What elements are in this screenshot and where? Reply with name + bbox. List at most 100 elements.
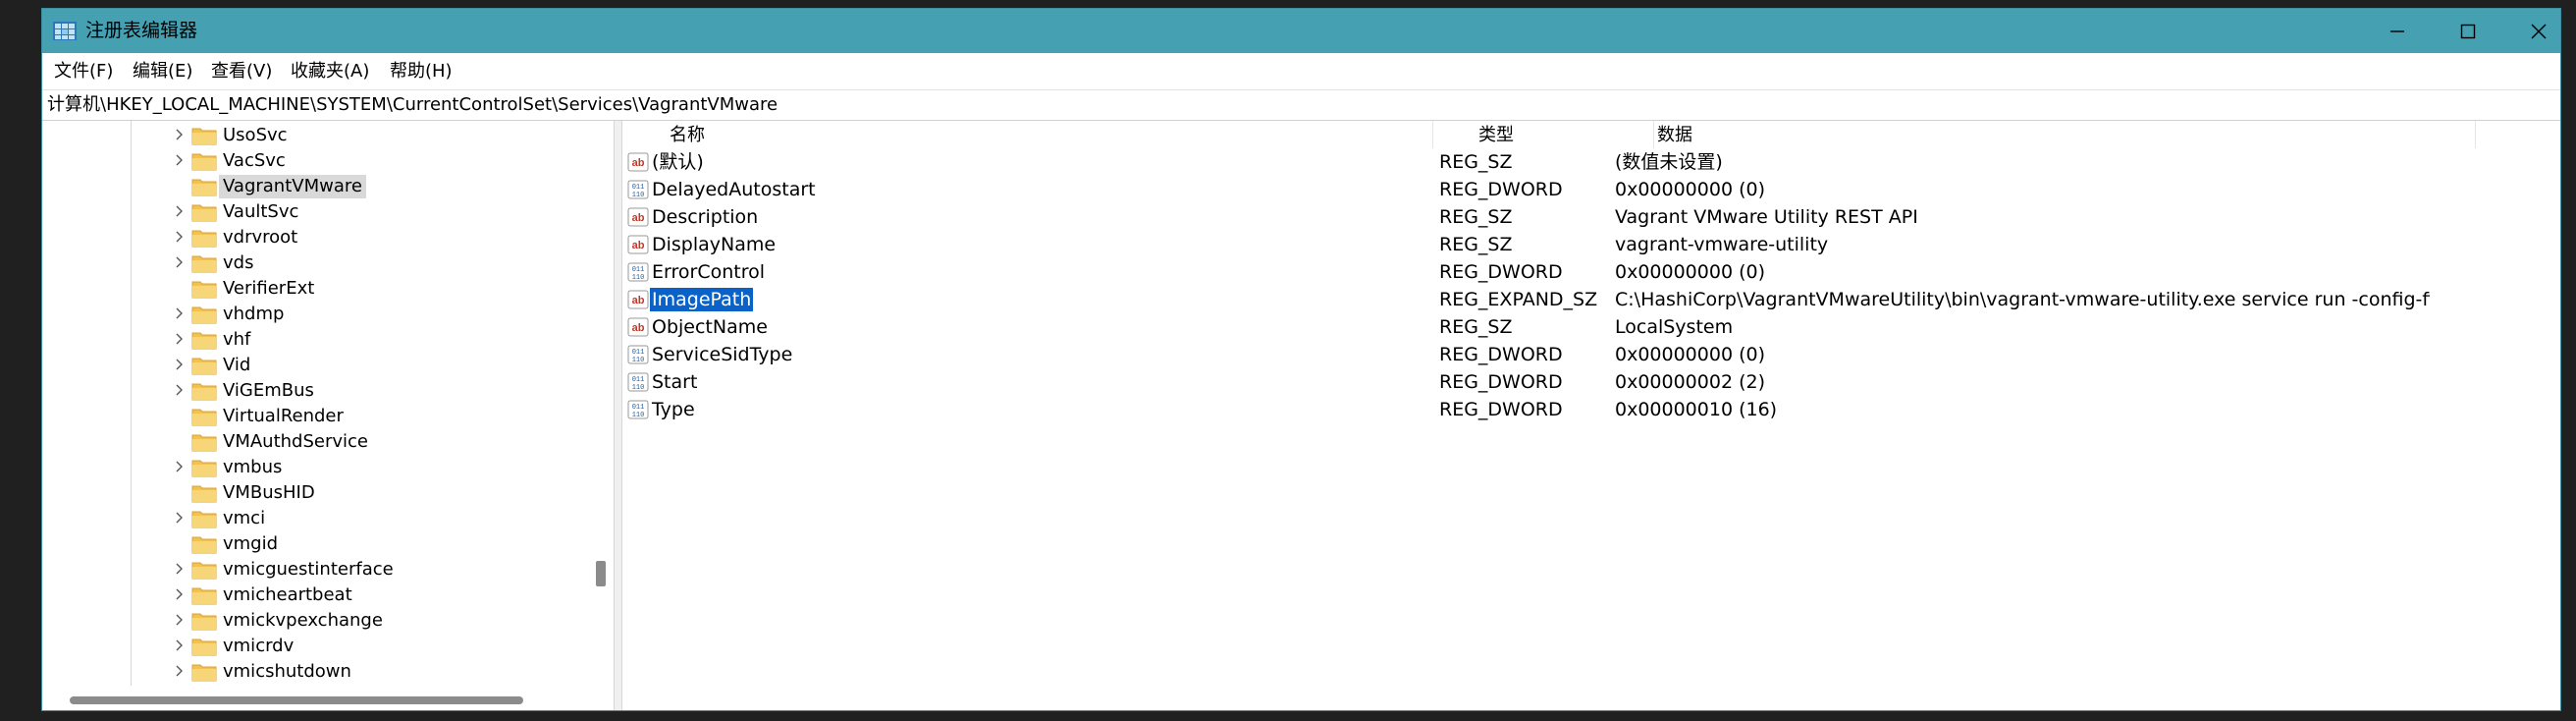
tree-item[interactable]: ViGEmBus [42,378,592,404]
address-path[interactable]: 计算机\HKEY_LOCAL_MACHINE\SYSTEM\CurrentCon… [47,94,778,116]
tree-item[interactable]: vhf [42,327,592,353]
tree-item[interactable]: VaultSvc [42,199,592,225]
minimize-button[interactable] [2362,9,2433,53]
tree-item[interactable]: UsoSvc [42,123,592,148]
value-name: ObjectName [652,316,768,338]
maximize-button[interactable] [2433,9,2503,53]
tree-item[interactable]: vmgid [42,531,592,557]
value-name: ServiceSidType [652,344,793,365]
folder-icon [191,358,217,375]
pane-splitter[interactable] [615,121,622,710]
tree-item-label: vmci [223,508,266,528]
chevron-right-icon[interactable] [174,254,186,270]
title-bar[interactable]: 注册表编辑器 [42,9,2560,53]
value-list[interactable]: 名称 类型 数据 ab (默认) REG_SZ (数值未设置) 011 110 Delaye… [622,121,2560,710]
window-title: 注册表编辑器 [85,20,198,41]
value-data: C:\HashiCorp\VagrantVMwareUtility\bin\va… [1615,289,2430,310]
value-type: REG_EXPAND_SZ [1439,289,1598,310]
column-divider[interactable] [1432,121,1433,148]
chevron-right-icon[interactable] [174,510,186,526]
tree-item-label: ViGEmBus [223,380,314,401]
tree-item-label: vmgid [223,533,279,554]
svg-text:011: 011 [632,266,645,274]
folder-icon [191,306,217,324]
tree-item[interactable]: vmci [42,506,592,531]
menu-favorites[interactable]: 收藏夹(A) [291,61,369,83]
chevron-right-icon[interactable] [174,331,186,347]
minimize-icon [2390,29,2404,32]
value-row[interactable]: ab ImagePath REG_EXPAND_SZ C:\HashiCorp\Vag… [622,286,2488,313]
value-row[interactable]: 011 110 Type REG_DWORD 0x00000010 (16) [622,396,2488,423]
folder-icon [191,511,217,528]
tree-item[interactable]: vds [42,250,592,276]
chevron-right-icon[interactable] [174,127,186,142]
tree-item[interactable]: VagrantVMware [42,174,592,199]
tree-item-label: VirtualRender [223,406,344,426]
menu-help[interactable]: 帮助(H) [390,61,453,83]
chevron-right-icon[interactable] [174,305,186,321]
value-row[interactable]: ab DisplayName REG_SZ vagrant-vmware-utilit… [622,231,2488,258]
value-name: ErrorControl [652,261,765,283]
folder-icon [191,664,217,682]
string-value-icon: ab [627,235,649,254]
chevron-right-icon[interactable] [174,663,186,679]
svg-text:ab: ab [632,322,645,334]
svg-text:ab: ab [632,295,645,306]
column-header-data[interactable]: 数据 [1657,125,1692,146]
tree-item[interactable]: vhdmp [42,302,592,327]
column-divider[interactable] [1653,121,1654,148]
value-row[interactable]: 011 110 Start REG_DWORD 0x00000002 (2) [622,368,2488,396]
tree-item[interactable]: vmicrdv [42,634,592,659]
tree-item[interactable]: vdrvroot [42,225,592,250]
menu-file[interactable]: 文件(F) [54,61,113,83]
menu-view[interactable]: 查看(V) [211,61,272,83]
value-row[interactable]: 011 110 ServiceSidType REG_DWORD 0x00000000 … [622,341,2488,368]
column-divider[interactable] [2475,121,2476,148]
tree-vertical-scrollbar[interactable] [596,561,606,586]
chevron-right-icon[interactable] [174,459,186,474]
tree-item[interactable]: vmicheartbeat [42,582,592,608]
value-name: Type [652,399,695,420]
key-tree[interactable]: UsoSvc VacSvc VagrantVMware VaultSvc vdrvroo… [42,121,615,710]
value-row[interactable]: 011 110 ErrorControl REG_DWORD 0x00000000 (0… [622,258,2488,286]
tree-item[interactable]: Vid [42,353,592,378]
value-row[interactable]: ab ObjectName REG_SZ LocalSystem [622,313,2488,341]
chevron-right-icon[interactable] [174,382,186,398]
tree-item[interactable]: VacSvc [42,148,592,174]
menu-edit[interactable]: 编辑(E) [133,61,192,83]
chevron-right-icon[interactable] [174,612,186,628]
value-row[interactable]: 011 110 DelayedAutostart REG_DWORD 0x0000000… [622,176,2488,203]
column-header-name[interactable]: 名称 [670,125,705,146]
folder-icon [191,434,217,452]
close-button[interactable] [2503,9,2560,53]
svg-text:110: 110 [632,357,645,364]
value-row[interactable]: ab (默认) REG_SZ (数值未设置) [622,148,2488,176]
value-row[interactable]: ab Description REG_SZ Vagrant VMware Utilit… [622,203,2488,231]
chevron-right-icon[interactable] [174,638,186,653]
tree-item[interactable]: VerifierExt [42,276,592,302]
tree-item-label: Vid [223,355,251,375]
column-header-type[interactable]: 类型 [1478,125,1514,146]
string-value-icon: ab [627,207,649,227]
tree-item[interactable]: VMAuthdService [42,429,592,455]
value-data: 0x00000000 (0) [1615,344,1765,365]
chevron-right-icon[interactable] [174,586,186,602]
address-bar[interactable]: 计算机\HKEY_LOCAL_MACHINE\SYSTEM\CurrentCon… [42,89,2560,121]
svg-text:ab: ab [632,157,645,169]
tree-item[interactable]: vmicshutdown [42,659,592,685]
chevron-right-icon[interactable] [174,203,186,219]
regedit-window: 注册表编辑器 文件(F) 编辑(E) 查看(V) 收藏夹(A) 帮助(H) 计算… [41,8,2561,711]
tree-item[interactable]: vmbus [42,455,592,480]
value-data: Vagrant VMware Utility REST API [1615,206,1918,228]
tree-horizontal-scrollbar[interactable] [70,696,523,704]
chevron-right-icon[interactable] [174,152,186,168]
tree-item[interactable]: vmicguestinterface [42,557,592,582]
folder-icon [191,409,217,426]
chevron-right-icon[interactable] [174,561,186,577]
chevron-right-icon[interactable] [174,229,186,245]
tree-item[interactable]: vmickvpexchange [42,608,592,634]
value-type: REG_SZ [1439,206,1513,228]
tree-item[interactable]: VMBusHID [42,480,592,506]
tree-item[interactable]: VirtualRender [42,404,592,429]
chevron-right-icon[interactable] [174,357,186,372]
